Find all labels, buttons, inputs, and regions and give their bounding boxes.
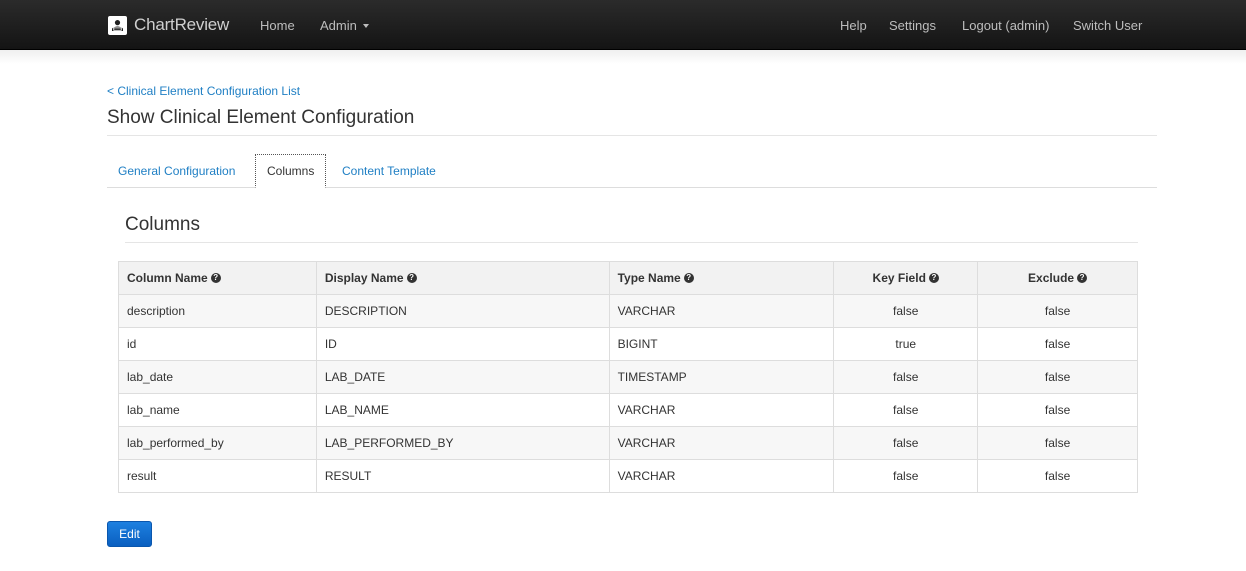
cell-exclude: false <box>977 294 1138 328</box>
cell-type-name: TIMESTAMP <box>608 360 835 394</box>
question-circle-icon[interactable]: ? <box>928 272 939 283</box>
back-to-list-link[interactable]: < Clinical Element Configuration List <box>107 84 300 98</box>
cell-column-name: lab_performed_by <box>118 426 317 460</box>
section-divider <box>125 242 1138 243</box>
columns-table: Column Name? Display Name? Type Name? Ke… <box>118 261 1138 493</box>
brand-name: ChartReview <box>134 15 230 34</box>
cell-exclude: false <box>977 327 1138 361</box>
nav-admin-label: Admin <box>320 18 357 33</box>
table-header-row: Column Name? Display Name? Type Name? Ke… <box>118 261 1138 295</box>
cell-display-name: LAB_DATE <box>315 360 610 394</box>
cell-display-name: RESULT <box>315 459 610 493</box>
tab-general-configuration[interactable]: General Configuration <box>107 154 246 188</box>
nav-switch-user[interactable]: Switch User <box>1073 18 1142 33</box>
nav-home[interactable]: Home <box>260 18 295 33</box>
caret-down-icon <box>362 23 369 28</box>
tab-content-template[interactable]: Content Template <box>331 154 447 188</box>
header-label: Type Name <box>617 271 681 285</box>
header-column-name[interactable]: Column Name? <box>118 261 317 295</box>
edit-button[interactable]: Edit <box>107 521 152 547</box>
table-row: description DESCRIPTION VARCHAR false fa… <box>118 294 1138 328</box>
cell-type-name: VARCHAR <box>608 393 835 427</box>
nav-help[interactable]: Help <box>840 18 867 33</box>
nav-admin-dropdown[interactable]: Admin <box>320 18 369 33</box>
cell-key-field: false <box>833 360 979 394</box>
top-navbar: ChartReview Home Admin Help Settings Log… <box>0 0 1246 50</box>
header-label: Column Name <box>127 271 208 285</box>
cell-exclude: false <box>977 426 1138 460</box>
table-row: lab_name LAB_NAME VARCHAR false false <box>118 393 1138 427</box>
cell-display-name: DESCRIPTION <box>315 294 610 328</box>
cell-exclude: false <box>977 360 1138 394</box>
nav-settings[interactable]: Settings <box>889 18 936 33</box>
question-circle-icon[interactable]: ? <box>683 272 694 283</box>
question-circle-icon[interactable]: ? <box>406 272 417 283</box>
tab-bar: General Configuration Columns Content Te… <box>107 154 1157 188</box>
cell-exclude: false <box>977 459 1138 493</box>
cell-type-name: VARCHAR <box>608 426 835 460</box>
header-display-name[interactable]: Display Name? <box>315 261 610 295</box>
header-key-field[interactable]: Key Field? <box>833 261 979 295</box>
table-row: result RESULT VARCHAR false false <box>118 459 1138 493</box>
header-label: Exclude <box>1028 271 1075 285</box>
cell-column-name: lab_date <box>118 360 317 394</box>
header-label: Key Field <box>872 271 926 285</box>
header-label: Display Name <box>324 271 404 285</box>
nav-logout[interactable]: Logout (admin) <box>962 18 1049 33</box>
cell-column-name: lab_name <box>118 393 317 427</box>
header-type-name[interactable]: Type Name? <box>608 261 835 295</box>
question-circle-icon[interactable]: ? <box>210 272 221 283</box>
table-row: lab_date LAB_DATE TIMESTAMP false false <box>118 360 1138 394</box>
page-title: Show Clinical Element Configuration <box>107 107 415 128</box>
title-divider <box>107 135 1157 136</box>
cell-key-field: false <box>833 393 979 427</box>
cell-column-name: result <box>118 459 317 493</box>
navbar-shadow <box>0 50 1246 64</box>
cell-key-field: false <box>833 294 979 328</box>
cell-column-name: id <box>118 327 317 361</box>
cell-key-field: false <box>833 459 979 493</box>
chartreview-logo-icon <box>108 15 127 35</box>
cell-type-name: VARCHAR <box>608 294 835 328</box>
section-title: Columns <box>125 214 200 235</box>
cell-column-name: description <box>118 294 317 328</box>
tab-columns[interactable]: Columns <box>255 154 327 188</box>
brand-link[interactable]: ChartReview <box>108 14 229 36</box>
cell-display-name: LAB_NAME <box>315 393 610 427</box>
cell-display-name: ID <box>315 327 610 361</box>
question-circle-icon[interactable]: ? <box>1077 272 1088 283</box>
cell-key-field: true <box>833 327 979 361</box>
cell-key-field: false <box>833 426 979 460</box>
table-row: id ID BIGINT true false <box>118 327 1138 361</box>
cell-display-name: LAB_PERFORMED_BY <box>315 426 610 460</box>
table-row: lab_performed_by LAB_PERFORMED_BY VARCHA… <box>118 426 1138 460</box>
cell-type-name: BIGINT <box>608 327 835 361</box>
cell-exclude: false <box>977 393 1138 427</box>
header-exclude[interactable]: Exclude? <box>977 261 1138 295</box>
cell-type-name: VARCHAR <box>608 459 835 493</box>
